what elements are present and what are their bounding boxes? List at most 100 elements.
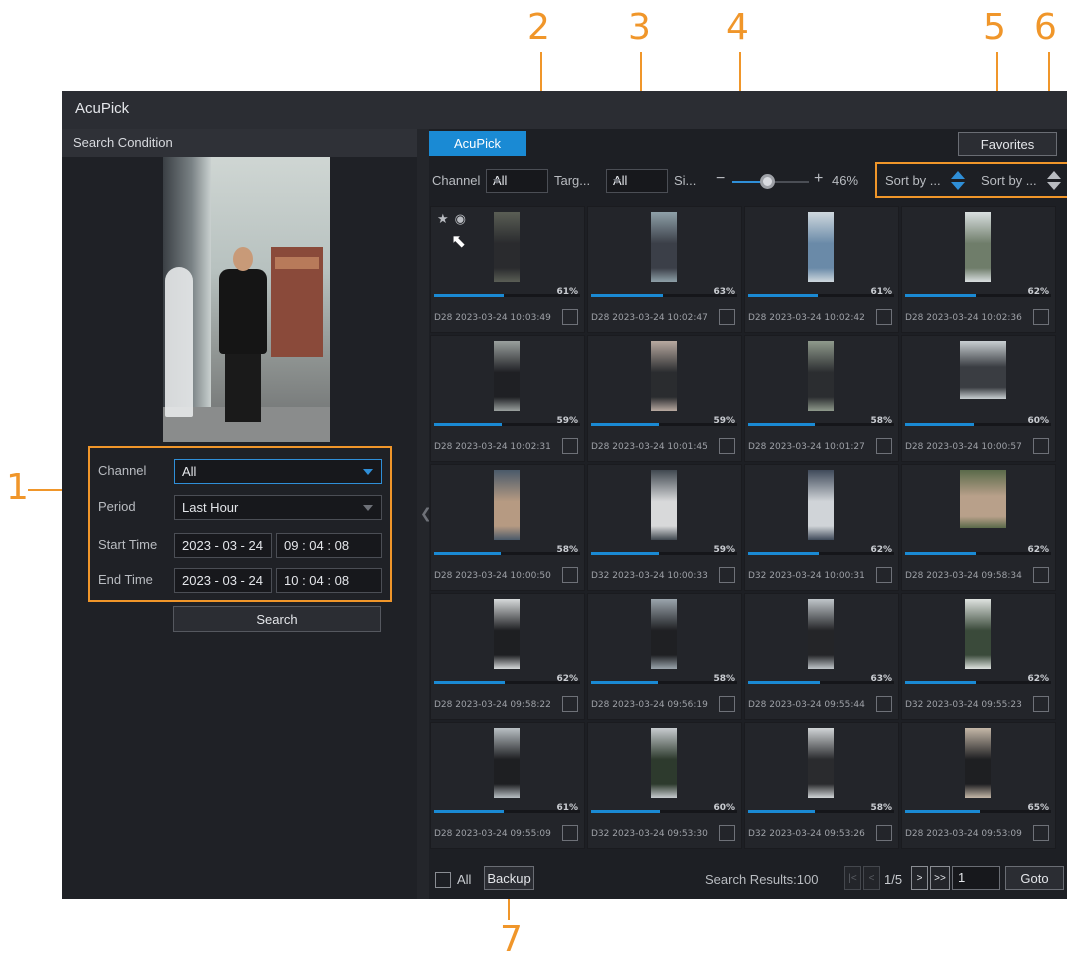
result-thumbnail[interactable] xyxy=(494,341,520,411)
result-checkbox[interactable] xyxy=(876,309,892,325)
result-card[interactable]: 58% D28 2023-03-24 09:56:19 xyxy=(587,593,742,720)
sort-highlight xyxy=(875,162,1067,198)
result-checkbox[interactable] xyxy=(1033,567,1049,583)
star-icon[interactable]: ★ xyxy=(437,211,449,226)
similarity-bar-fill xyxy=(748,552,819,555)
result-checkbox[interactable] xyxy=(876,825,892,841)
channel-filter-select[interactable]: All xyxy=(486,169,548,193)
similarity-percent: 58% xyxy=(870,416,892,426)
result-thumbnail[interactable] xyxy=(808,341,834,411)
result-card[interactable]: 59% D28 2023-03-24 10:01:45 xyxy=(587,335,742,462)
result-thumbnail[interactable] xyxy=(651,341,677,411)
result-thumbnail[interactable] xyxy=(965,728,991,798)
result-card[interactable]: 60% D32 2023-03-24 09:53:30 xyxy=(587,722,742,849)
result-thumbnail[interactable] xyxy=(808,728,834,798)
result-card[interactable]: 62% D28 2023-03-24 10:02:36 xyxy=(901,206,1056,333)
callout-3: 3 xyxy=(628,7,651,48)
first-page-button[interactable]: |< xyxy=(844,866,861,890)
zoom-slider-handle[interactable] xyxy=(760,174,775,189)
similarity-bar-fill xyxy=(905,552,976,555)
result-checkbox[interactable] xyxy=(876,696,892,712)
result-thumbnail[interactable] xyxy=(808,212,834,282)
result-checkbox[interactable] xyxy=(1033,438,1049,454)
result-card[interactable]: 61% D28 2023-03-24 10:03:49 ★ ◉ ⬉ xyxy=(430,206,585,333)
result-thumbnail[interactable] xyxy=(494,728,520,798)
result-card[interactable]: 62% D28 2023-03-24 09:58:22 xyxy=(430,593,585,720)
acupick-window: AcuPick Search Condition Channel All Per… xyxy=(62,91,1067,899)
similarity-percent: 59% xyxy=(713,416,735,426)
similarity-bar-fill xyxy=(905,294,976,297)
result-thumbnail[interactable] xyxy=(960,470,1006,528)
result-checkbox[interactable] xyxy=(719,567,735,583)
result-thumbnail[interactable] xyxy=(651,599,677,669)
similarity-bar-fill xyxy=(591,423,659,426)
goto-button[interactable]: Goto xyxy=(1005,866,1064,890)
result-card[interactable]: 59% D32 2023-03-24 10:00:33 xyxy=(587,464,742,591)
favorites-button[interactable]: Favorites xyxy=(958,132,1057,156)
result-card[interactable]: 62% D32 2023-03-24 09:55:23 xyxy=(901,593,1056,720)
result-card[interactable]: 62% D32 2023-03-24 10:00:31 xyxy=(744,464,899,591)
similarity-bar-fill xyxy=(748,810,815,813)
tab-acupick[interactable]: AcuPick xyxy=(429,131,526,156)
result-thumbnail[interactable] xyxy=(651,212,677,282)
result-checkbox[interactable] xyxy=(562,309,578,325)
result-card[interactable]: 59% D28 2023-03-24 10:02:31 xyxy=(430,335,585,462)
result-thumbnail[interactable] xyxy=(494,212,520,282)
result-thumbnail[interactable] xyxy=(965,212,991,282)
result-checkbox[interactable] xyxy=(562,567,578,583)
result-thumbnail[interactable] xyxy=(808,599,834,669)
zoom-in-button[interactable]: + xyxy=(814,170,823,188)
result-card[interactable]: 60% D28 2023-03-24 10:00:57 xyxy=(901,335,1056,462)
result-thumbnail[interactable] xyxy=(960,341,1006,399)
result-thumbnail[interactable] xyxy=(808,470,834,540)
result-checkbox[interactable] xyxy=(562,696,578,712)
similarity-bar-fill xyxy=(905,681,976,684)
zoom-out-button[interactable]: − xyxy=(716,170,725,188)
result-checkbox[interactable] xyxy=(719,438,735,454)
target-filter-select[interactable]: All xyxy=(606,169,668,193)
result-thumbnail[interactable] xyxy=(494,470,520,540)
result-checkbox[interactable] xyxy=(1033,825,1049,841)
page-number-input[interactable]: 1 xyxy=(952,866,1000,890)
similarity-bar-fill xyxy=(434,681,505,684)
result-thumbnail[interactable] xyxy=(494,599,520,669)
similarity-bar-fill xyxy=(434,552,501,555)
result-checkbox[interactable] xyxy=(876,438,892,454)
result-checkbox[interactable] xyxy=(562,825,578,841)
last-page-button[interactable]: >> xyxy=(930,866,950,890)
select-all-label: All xyxy=(457,872,472,887)
result-card[interactable]: 58% D32 2023-03-24 09:53:26 xyxy=(744,722,899,849)
similarity-bar-fill xyxy=(591,552,659,555)
result-checkbox[interactable] xyxy=(719,696,735,712)
search-button[interactable]: Search xyxy=(173,606,381,632)
prev-page-button[interactable]: < xyxy=(863,866,880,890)
result-thumbnail[interactable] xyxy=(651,728,677,798)
similarity-percent: 60% xyxy=(713,803,735,813)
result-card[interactable]: 61% D28 2023-03-24 09:55:09 xyxy=(430,722,585,849)
similarity-percent: 63% xyxy=(713,287,735,297)
result-checkbox[interactable] xyxy=(876,567,892,583)
result-card[interactable]: 63% D28 2023-03-24 10:02:47 xyxy=(587,206,742,333)
result-card[interactable]: 58% D28 2023-03-24 10:01:27 xyxy=(744,335,899,462)
result-checkbox[interactable] xyxy=(1033,309,1049,325)
result-checkbox[interactable] xyxy=(1033,696,1049,712)
result-thumbnail[interactable] xyxy=(965,599,991,669)
result-card[interactable]: 58% D28 2023-03-24 10:00:50 xyxy=(430,464,585,591)
card-actions: ★ ◉ xyxy=(437,211,466,227)
next-page-button[interactable]: > xyxy=(911,866,928,890)
result-checkbox[interactable] xyxy=(562,438,578,454)
result-timestamp: D28 2023-03-24 10:00:57 xyxy=(905,442,1022,452)
result-card[interactable]: 62% D28 2023-03-24 09:58:34 xyxy=(901,464,1056,591)
eye-icon[interactable]: ◉ xyxy=(455,211,466,226)
result-card[interactable]: 61% D28 2023-03-24 10:02:42 xyxy=(744,206,899,333)
result-card[interactable]: 63% D28 2023-03-24 09:55:44 xyxy=(744,593,899,720)
results-grid: 61% D28 2023-03-24 10:03:49 ★ ◉ ⬉ 63% D28 2023… xyxy=(429,206,1067,851)
similarity-bar-fill xyxy=(748,294,818,297)
result-thumbnail[interactable] xyxy=(651,470,677,540)
result-checkbox[interactable] xyxy=(719,309,735,325)
result-checkbox[interactable] xyxy=(719,825,735,841)
result-timestamp: D32 2023-03-24 09:55:23 xyxy=(905,700,1022,710)
result-timestamp: D28 2023-03-24 10:01:45 xyxy=(591,442,708,452)
select-all-checkbox[interactable] xyxy=(435,872,451,888)
result-card[interactable]: 65% D28 2023-03-24 09:53:09 xyxy=(901,722,1056,849)
